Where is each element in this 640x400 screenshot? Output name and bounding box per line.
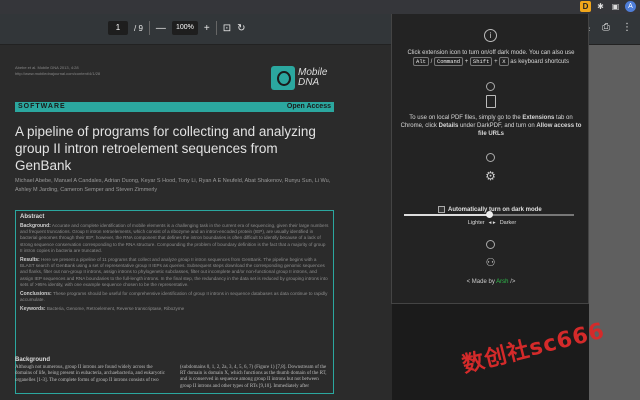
citation-meta: Abebe et al. Mobile DNA 2013, 4:28 http:… [15, 65, 100, 77]
journal-logo: Mobile DNA [271, 66, 327, 90]
slider-labels: Lighter ◂ ▸ Darker [432, 220, 552, 226]
viewer-background [589, 45, 640, 400]
profile-avatar-icon[interactable]: A [625, 1, 636, 12]
browser-extension-icons: D ✱ ▣ A [580, 1, 636, 12]
browser-top-bar: D ✱ ▣ A [0, 0, 640, 14]
key-alt: Alt [413, 57, 429, 66]
brightness-slider[interactable] [404, 211, 574, 218]
slider-thumb[interactable] [485, 211, 493, 218]
body-column-left: Background Although not numerous, group … [15, 357, 165, 384]
auto-dark-mode-checkbox[interactable] [438, 206, 445, 213]
made-by-prefix: < Made by [466, 279, 495, 285]
page-total: / 9 [134, 23, 143, 33]
toolbar-divider [148, 21, 150, 35]
abstract-heading: Abstract [20, 214, 45, 220]
instruction-part: under DarkPDF, and turn on [459, 123, 535, 129]
article-title: A pipeline of programs for collecting an… [15, 124, 316, 173]
shortcut-info-text: Click extension icon to turn on/off dark… [407, 50, 575, 56]
author-link[interactable]: Arsh [496, 279, 508, 285]
user-icon: ⚇ [485, 257, 496, 269]
key-command: Command [433, 57, 464, 66]
zoom-in-button[interactable]: + [204, 23, 210, 34]
watermark-text: 数创社sc666 [459, 318, 608, 379]
darker-label: Darker [499, 220, 517, 226]
shortcut-info: Click extension icon to turn on/off dark… [400, 49, 582, 66]
article-type: SOFTWARE [18, 103, 66, 110]
keywords-label: Keywords: [20, 306, 46, 313]
abstract-conclusions: Conclusions: These programs should be us… [20, 291, 329, 303]
toolbar-divider [215, 21, 217, 35]
article-type-bar: SOFTWARE Open Access [15, 102, 334, 112]
open-access-label: Open Access [286, 103, 331, 110]
author-list: Michael Abebe, Manuel A Candales, Adrian… [15, 178, 331, 193]
abstract-results: Results: Here we present a pipeline of 1… [20, 257, 329, 288]
section-divider-dot [486, 82, 495, 91]
print-icon[interactable]: ⎙ [602, 22, 610, 33]
key-plus: + [494, 59, 498, 65]
details-emphasis: Details [438, 123, 459, 129]
more-options-icon[interactable]: ⋮ [622, 22, 632, 33]
fit-page-icon[interactable]: ⊡ [223, 23, 231, 34]
key-x: X [499, 57, 509, 66]
section-divider-dot [486, 153, 495, 162]
journal-logo-icon [271, 66, 295, 90]
pdf-page: Abebe et al. Mobile DNA 2013, 4:28 http:… [0, 45, 392, 400]
slider-fill [404, 214, 489, 216]
abstract-conclusions-label: Conclusions: [20, 291, 52, 298]
key-shift: Shift [469, 57, 493, 66]
key-slash: / [430, 59, 433, 65]
keywords: Keywords: Bacteria, Genome, Retroelement… [20, 306, 329, 312]
url-line: http://www.mobilednajournal.com/content/… [15, 71, 101, 76]
journal-logo-text: Mobile DNA [298, 68, 327, 88]
shortcut-suffix: as keyboard shortcuts [510, 59, 569, 65]
keywords-text: Bacteria, Genome, Retroelement, Reverse … [46, 306, 185, 312]
abstract-results-label: Results: [20, 257, 40, 264]
abstract-background-label: Background: [20, 223, 51, 229]
info-icon: i [484, 29, 497, 42]
slider-arrows-icon: ◂ ▸ [488, 220, 496, 226]
lighter-label: Lighter [467, 220, 485, 226]
logo-line-2: DNA [298, 77, 320, 88]
made-by-credit: < Made by Arsh /> [400, 279, 582, 285]
abstract-results-text: Here we present a pipeline of 11 program… [20, 257, 328, 287]
page-number-input[interactable]: 1 [108, 21, 128, 35]
made-by-suffix: /> [510, 279, 516, 285]
abstract-background-text: Accurate and complete identification of … [20, 223, 329, 253]
settings-gear-icon: ⚙ [485, 169, 496, 183]
abstract-conclusions-text: These programs should be useful for comp… [20, 291, 328, 303]
zoom-level-input[interactable]: 100% [171, 21, 198, 35]
body-column-right: (subdomains 0, 1, 2, 2a, 3, 4, 5, 6, 7) … [180, 365, 327, 389]
pdf-file-icon [486, 95, 496, 108]
section-divider-dot [486, 240, 495, 249]
zoom-out-button[interactable]: — [156, 23, 166, 34]
sidebar-panel-icon[interactable]: ▣ [610, 1, 621, 12]
key-plus: + [464, 59, 469, 65]
extensions-emphasis: Extensions [522, 115, 555, 121]
darkpdf-popup: i Click extension icon to turn on/off da… [391, 14, 589, 304]
rotate-icon[interactable]: ↻ [237, 23, 245, 34]
background-heading: Background [15, 357, 51, 363]
toolbar-actions: ⤓ ⎙ ⋮ [586, 22, 632, 33]
puzzle-extensions-icon[interactable]: ✱ [595, 1, 606, 12]
instruction-part: To use on local PDF files, simply go to … [409, 115, 521, 121]
darkpdf-extension-icon[interactable]: D [580, 1, 591, 12]
body-column-left-text: Although not numerous, group II introns … [15, 365, 165, 383]
abstract-background: Background: Accurate and complete identi… [20, 223, 329, 254]
auto-dark-mode-label: Automatically turn on dark mode [448, 206, 542, 213]
local-pdf-instructions: To use on local PDF files, simply go to … [400, 114, 582, 138]
page-navigation: 1 / 9 — 100% + ⊡ ↻ [108, 21, 246, 35]
